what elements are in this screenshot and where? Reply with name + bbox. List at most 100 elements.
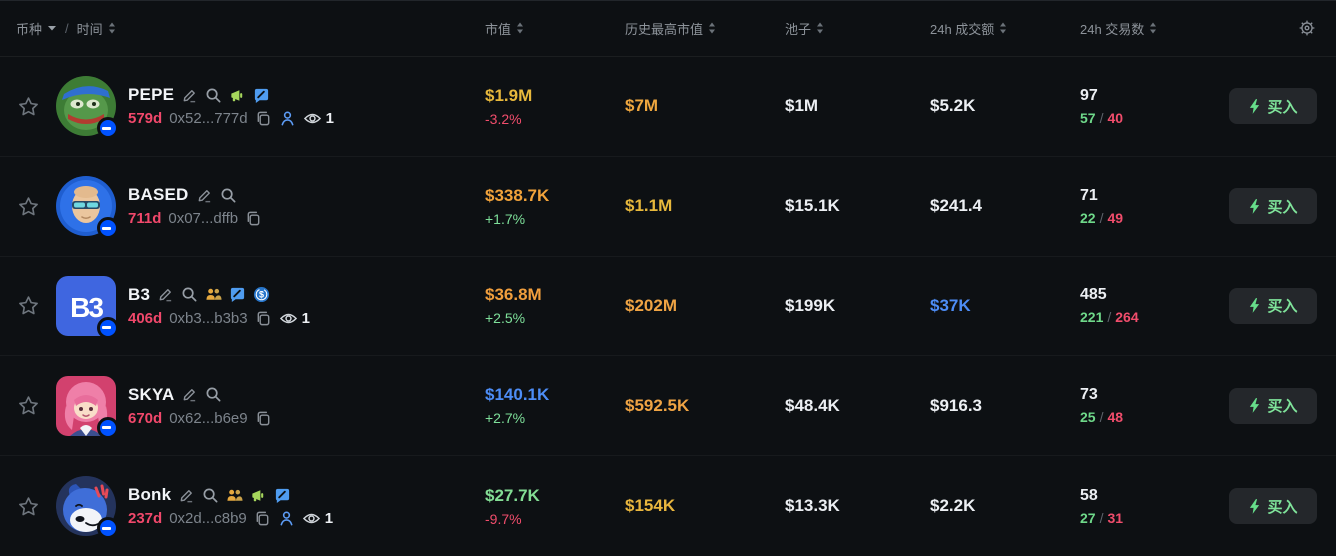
tx-buys: 22: [1080, 210, 1096, 226]
tx-total: 71: [1080, 187, 1229, 205]
person-icon[interactable]: [278, 510, 295, 527]
favorite-star-icon[interactable]: [17, 294, 40, 317]
tx-total: 58: [1080, 487, 1229, 505]
people-icon[interactable]: [226, 487, 243, 504]
sort-icon[interactable]: [999, 22, 1007, 34]
header-volume[interactable]: 24h 成交额: [930, 19, 1080, 38]
search-icon[interactable]: [220, 187, 237, 204]
token-avatar[interactable]: B3: [56, 276, 116, 336]
header-time-label[interactable]: 时间: [77, 19, 103, 38]
search-icon[interactable]: [205, 87, 222, 104]
edit-icon[interactable]: [181, 87, 198, 104]
ath-value: $202M: [625, 296, 677, 315]
people-icon[interactable]: [205, 286, 222, 303]
table-row[interactable]: BASED 711d 0x07...dffb $338.7K +1.7% $1.…: [0, 157, 1336, 257]
buy-button-label: 买入: [1267, 96, 1297, 117]
buy-button[interactable]: 买入: [1229, 488, 1317, 524]
table-header: 币种 / 时间 市值 历史最高市值 池子 24h 成交额 24h 交易数: [0, 1, 1336, 57]
market-cap-value: $27.7K: [485, 486, 625, 506]
token-name[interactable]: B3: [128, 285, 150, 305]
search-icon[interactable]: [181, 286, 198, 303]
header-txns-label: 24h 交易数: [1080, 19, 1144, 38]
token-avatar[interactable]: [56, 176, 116, 236]
token-name[interactable]: Bonk: [128, 485, 171, 505]
search-icon[interactable]: [202, 487, 219, 504]
header-mcap[interactable]: 市值: [485, 19, 625, 38]
favorite-star-icon[interactable]: [17, 495, 40, 518]
header-ath[interactable]: 历史最高市值: [625, 19, 785, 38]
table-row[interactable]: PEPE 579d 0x52...777d 1 $1.9M -3.2%: [0, 57, 1336, 157]
annotation-icon[interactable]: [229, 286, 246, 303]
market-cap-change: +1.7%: [485, 211, 625, 227]
copy-icon[interactable]: [255, 110, 272, 127]
sort-icon[interactable]: [708, 22, 716, 34]
token-age: 406d: [128, 310, 162, 327]
edit-icon[interactable]: [178, 487, 195, 504]
token-address[interactable]: 0x2d...c8b9: [169, 510, 247, 527]
token-avatar[interactable]: [56, 476, 116, 536]
copy-icon[interactable]: [255, 410, 272, 427]
buy-button[interactable]: 买入: [1229, 88, 1317, 124]
watch-count: 1: [325, 510, 333, 527]
tx-total: 97: [1080, 87, 1229, 105]
favorite-star-icon[interactable]: [17, 95, 40, 118]
token-avatar[interactable]: [56, 76, 116, 136]
eye-icon[interactable]: [302, 510, 321, 527]
edit-icon[interactable]: [181, 386, 198, 403]
market-cap-change: +2.7%: [485, 410, 625, 426]
table-row[interactable]: B3 B3 406d 0xb3...b3b3 1: [0, 257, 1336, 357]
annotation-icon[interactable]: [274, 487, 291, 504]
search-icon[interactable]: [205, 386, 222, 403]
header-pool[interactable]: 池子: [785, 19, 930, 38]
token-age: 711d: [128, 210, 161, 227]
megaphone-icon[interactable]: [250, 487, 267, 504]
header-separator: /: [65, 21, 69, 36]
chevron-down-icon[interactable]: [47, 25, 57, 31]
ath-value: $592.5K: [625, 396, 689, 415]
edit-icon[interactable]: [157, 286, 174, 303]
token-name[interactable]: PEPE: [128, 85, 174, 105]
sort-icon[interactable]: [1149, 22, 1157, 34]
sort-icon[interactable]: [816, 22, 824, 34]
header-token-time: 币种 / 时间: [0, 19, 485, 38]
token-address[interactable]: 0x62...b6e9: [169, 410, 247, 427]
token-address[interactable]: 0x07...dffb: [168, 210, 238, 227]
favorite-star-icon[interactable]: [17, 394, 40, 417]
token-avatar[interactable]: [56, 376, 116, 436]
tx-separator: /: [1100, 409, 1104, 425]
sort-icon[interactable]: [108, 22, 116, 34]
buy-button[interactable]: 买入: [1229, 188, 1317, 224]
sort-icon[interactable]: [516, 22, 524, 34]
tx-sells: 31: [1107, 510, 1123, 526]
eye-icon[interactable]: [303, 110, 322, 127]
annotation-icon[interactable]: [253, 87, 270, 104]
person-icon[interactable]: [279, 110, 296, 127]
token-address[interactable]: 0xb3...b3b3: [169, 310, 247, 327]
token-name[interactable]: SKYA: [128, 385, 174, 405]
token-name[interactable]: BASED: [128, 185, 189, 205]
edit-icon[interactable]: [196, 187, 213, 204]
coin-icon[interactable]: [253, 286, 270, 303]
table-row[interactable]: Bonk 237d 0x2d...c8b9 1 $27.7K: [0, 456, 1336, 556]
header-txns[interactable]: 24h 交易数: [1080, 19, 1229, 38]
gear-icon[interactable]: [1298, 19, 1316, 37]
token-address[interactable]: 0x52...777d: [169, 110, 247, 127]
buy-button-label: 买入: [1267, 295, 1297, 316]
ath-value: $7M: [625, 96, 658, 115]
buy-button-label: 买入: [1267, 196, 1297, 217]
tx-sells: 49: [1107, 210, 1123, 226]
tx-buys: 57: [1080, 110, 1096, 126]
copy-icon[interactable]: [245, 210, 262, 227]
buy-button[interactable]: 买入: [1229, 388, 1317, 424]
copy-icon[interactable]: [255, 310, 272, 327]
header-token-label[interactable]: 币种: [16, 19, 42, 38]
buy-button[interactable]: 买入: [1229, 288, 1317, 324]
copy-icon[interactable]: [254, 510, 271, 527]
pool-value: $199K: [785, 296, 835, 315]
table-row[interactable]: SKYA 670d 0x62...b6e9 $140.1K +2.7% $592…: [0, 356, 1336, 456]
favorite-star-icon[interactable]: [17, 195, 40, 218]
tx-sells: 264: [1115, 309, 1138, 325]
eye-icon[interactable]: [279, 310, 298, 327]
megaphone-icon[interactable]: [229, 87, 246, 104]
buy-button-label: 买入: [1267, 395, 1297, 416]
